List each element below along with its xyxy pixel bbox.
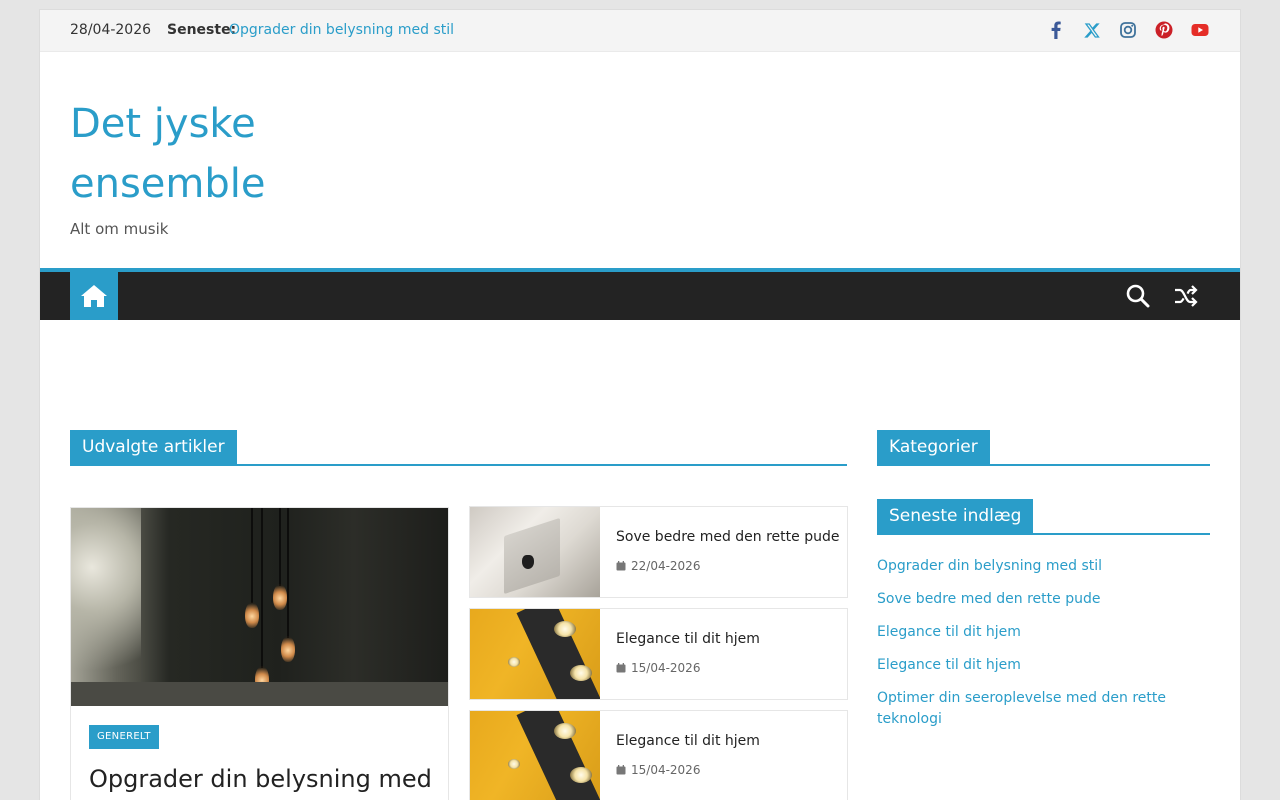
top-bar: 28/04-2026 Seneste: Opgrader din belysni… [40, 10, 1240, 52]
list-item: Opgrader din belysning med stil [877, 556, 1210, 577]
featured-image-bulbs[interactable] [71, 508, 448, 706]
card-date: 22/04-2026 [616, 559, 700, 573]
featured-small-card[interactable]: Elegance til dit hjem 15/04-2026 [469, 608, 848, 700]
categories-heading-label: Kategorier [877, 430, 990, 464]
youtube-icon[interactable] [1190, 20, 1210, 40]
site-tagline: Alt om musik [70, 220, 169, 238]
category-tag[interactable]: GENERELT [89, 725, 159, 749]
recent-posts-list: Opgrader din belysning med stil Sove bed… [877, 556, 1210, 742]
facebook-icon[interactable] [1046, 20, 1066, 40]
home-button[interactable] [70, 272, 118, 320]
recent-post-link[interactable]: Sove bedre med den rette pude [877, 591, 1100, 607]
card-title[interactable]: Elegance til dit hjem [616, 733, 760, 749]
card-date: 15/04-2026 [616, 661, 700, 675]
featured-heading-label: Udvalgte artikler [70, 430, 237, 464]
featured-big-title[interactable]: Opgrader din belysning med [89, 765, 432, 793]
card-date-text: 22/04-2026 [631, 559, 701, 573]
featured-small-card[interactable]: Sove bedre med den rette pude 22/04-2026 [469, 506, 848, 598]
social-links [1046, 20, 1210, 40]
shuffle-icon[interactable] [1172, 282, 1200, 310]
recent-heading-label: Seneste indlæg [877, 499, 1034, 533]
latest-post-link[interactable]: Opgrader din belysning med stil [229, 22, 454, 38]
recent-post-link[interactable]: Optimer din seeroplevelse med den rette … [877, 690, 1166, 727]
recent-post-link[interactable]: Elegance til dit hjem [877, 624, 1021, 640]
featured-big-card[interactable]: GENERELT Opgrader din belysning med [70, 507, 449, 800]
list-item: Elegance til dit hjem [877, 655, 1210, 676]
list-item: Optimer din seeroplevelse med den rette … [877, 688, 1210, 730]
thumbnail-ceiling-lamps[interactable] [470, 711, 600, 800]
thumbnail-ceiling-lamps[interactable] [470, 609, 600, 699]
recent-posts-heading: Seneste indlæg [877, 499, 1210, 535]
card-title[interactable]: Elegance til dit hjem [616, 631, 760, 647]
search-icon[interactable] [1124, 282, 1152, 310]
card-date: 15/04-2026 [616, 763, 700, 777]
list-item: Sove bedre med den rette pude [877, 589, 1210, 610]
site-title[interactable]: Det jyske ensemble [70, 94, 330, 214]
categories-heading: Kategorier [877, 430, 1210, 466]
card-date-text: 15/04-2026 [631, 763, 701, 777]
calendar-icon [616, 663, 626, 673]
calendar-icon [616, 765, 626, 775]
page-container: 28/04-2026 Seneste: Opgrader din belysni… [40, 10, 1240, 800]
recent-post-link[interactable]: Opgrader din belysning med stil [877, 558, 1102, 574]
main-navigation [40, 268, 1240, 320]
calendar-icon [616, 561, 626, 571]
list-item: Elegance til dit hjem [877, 622, 1210, 643]
current-date: 28/04-2026 [70, 22, 152, 38]
pinterest-icon[interactable] [1154, 20, 1174, 40]
featured-small-card[interactable]: Elegance til dit hjem 15/04-2026 [469, 710, 848, 800]
card-date-text: 15/04-2026 [631, 661, 701, 675]
x-icon[interactable] [1082, 20, 1102, 40]
instagram-icon[interactable] [1118, 20, 1138, 40]
home-icon [81, 285, 107, 307]
featured-section-heading: Udvalgte artikler [70, 430, 847, 466]
recent-post-link[interactable]: Elegance til dit hjem [877, 657, 1021, 673]
card-title[interactable]: Sove bedre med den rette pude [616, 529, 839, 545]
latest-label: Seneste: [167, 22, 237, 38]
thumbnail-pillow[interactable] [470, 507, 600, 597]
